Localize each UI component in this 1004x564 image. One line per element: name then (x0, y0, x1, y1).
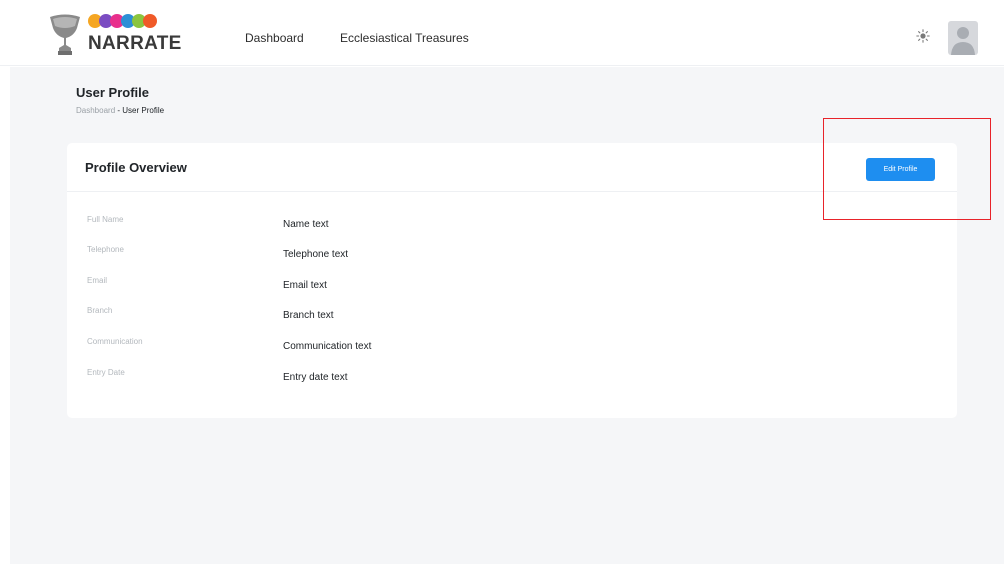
user-avatar-icon (951, 27, 975, 55)
field-value-telephone: Telephone text (283, 249, 349, 260)
field-label-entry-date: Entry Date (87, 368, 125, 377)
edit-profile-button[interactable]: Edit Profile (866, 158, 935, 181)
card-header: Profile Overview Edit Profile (67, 143, 957, 192)
breadcrumb-link-dashboard[interactable]: Dashboard (76, 106, 115, 115)
field-label-communication: Communication (87, 337, 143, 346)
user-avatar[interactable] (948, 21, 978, 55)
field-value-full-name: Name text (283, 219, 329, 230)
brand-logo[interactable]: NARRATE (46, 11, 196, 59)
brand-dots (88, 14, 157, 29)
breadcrumb: Dashboard - User Profile (76, 106, 164, 115)
nav-link-ecclesiastical-treasures[interactable]: Ecclesiastical Treasures (340, 31, 469, 45)
top-navbar: NARRATE Dashboard Ecclesiastical Treasur… (0, 0, 1004, 66)
field-value-entry-date: Entry date text (283, 372, 348, 383)
field-label-telephone: Telephone (87, 245, 124, 254)
field-value-branch: Branch text (283, 310, 334, 321)
chalice-icon (50, 14, 80, 55)
breadcrumb-current: User Profile (122, 106, 165, 115)
field-label-branch: Branch (87, 306, 113, 315)
field-value-email: Email text (283, 280, 327, 291)
field-value-communication: Communication text (283, 341, 372, 352)
brand-dot (143, 14, 157, 28)
nav-link-dashboard[interactable]: Dashboard (245, 31, 304, 45)
sun-icon[interactable] (916, 29, 930, 43)
field-label-email: Email (87, 276, 108, 285)
brand-name: NARRATE (88, 33, 182, 54)
profile-overview-card: Profile Overview Edit Profile Full Name … (67, 143, 957, 418)
field-label-full-name: Full Name (87, 215, 124, 224)
card-title: Profile Overview (85, 160, 187, 175)
page-title: User Profile (76, 85, 149, 100)
